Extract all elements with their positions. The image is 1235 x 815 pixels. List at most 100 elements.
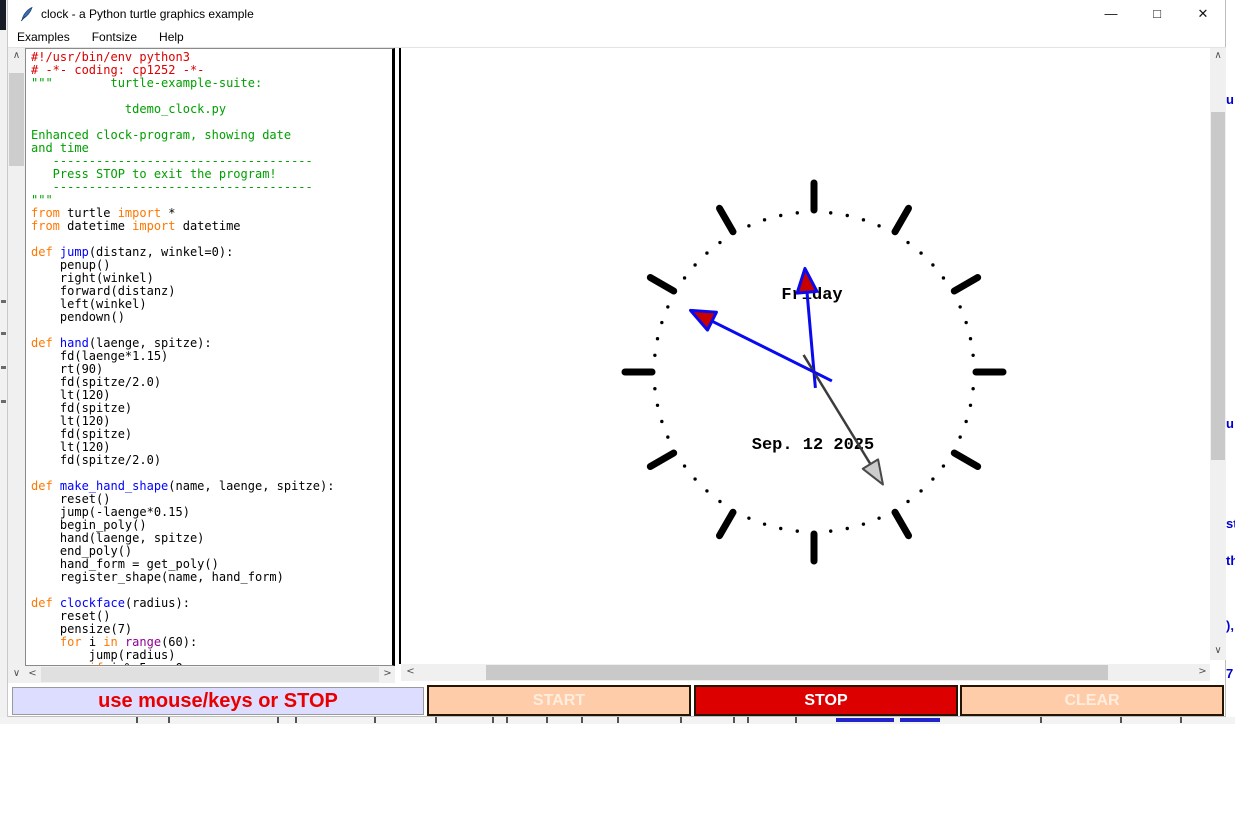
minute-dot (683, 276, 686, 279)
background-text-fragment (1040, 717, 1042, 723)
minute-dot (964, 321, 967, 324)
background-text-fragment (136, 717, 138, 723)
code-scroll-left-icon[interactable]: < (25, 666, 40, 683)
canvas-scroll-left-icon[interactable]: < (403, 664, 418, 681)
hour-hand-arrowhead (797, 268, 817, 293)
code-vscrollbar-thumb[interactable] (9, 73, 24, 166)
code-line: register_shape(name, hand_form) (31, 571, 392, 584)
stop-button[interactable]: STOP (694, 685, 958, 716)
minute-dot (969, 404, 972, 407)
background-text-fragment (747, 717, 749, 723)
minute-dot (656, 404, 659, 407)
background-text-fragment (492, 717, 494, 723)
canvas-scroll-up-icon[interactable]: ∧ (1210, 48, 1226, 65)
minute-dot (660, 321, 663, 324)
background-text-fragment (295, 717, 297, 723)
background-window-bottom-sliver (0, 717, 1235, 724)
minute-dot (796, 211, 799, 214)
hour-tick (954, 453, 977, 467)
second-hand-arrowhead (863, 459, 883, 484)
background-text-fragment (1120, 717, 1122, 723)
code-line: pendown() (31, 311, 392, 324)
canvas-scroll-down-icon[interactable]: ∨ (1210, 643, 1226, 660)
menu-item-help[interactable]: Help (155, 28, 188, 46)
minute-dot (653, 354, 656, 357)
hour-tick (650, 453, 673, 467)
close-button[interactable]: ✕ (1186, 0, 1220, 28)
code-hscrollbar-thumb[interactable] (41, 667, 379, 682)
canvas-vscrollbar-thumb[interactable] (1211, 112, 1225, 460)
code-pane[interactable]: #!/usr/bin/env python3# -*- coding: cp12… (25, 48, 395, 666)
minute-dot (763, 522, 766, 525)
minute-dot (942, 464, 945, 467)
minute-dot (683, 464, 686, 467)
minute-dot (862, 522, 865, 525)
code-scroll-down-icon[interactable]: ∨ (8, 666, 25, 683)
minute-dot (829, 211, 832, 214)
background-text-fragment (680, 717, 682, 723)
minimize-button[interactable]: — (1094, 0, 1128, 28)
background-text-fragment (374, 717, 376, 723)
code-line: fd(spitze/2.0) (31, 454, 392, 467)
canvas-scroll-right-icon[interactable]: > (1195, 664, 1210, 681)
background-text-fragment: st (1226, 516, 1235, 531)
background-window-right-sliver: uustth),7 (1226, 0, 1235, 717)
minute-dot (656, 337, 659, 340)
background-text-fragment (1, 332, 6, 335)
minute-dot (718, 241, 721, 244)
background-text-fragment (1, 300, 6, 303)
background-text-fragment (617, 717, 619, 723)
minute-dot (919, 251, 922, 254)
code-scroll-right-icon[interactable]: > (380, 666, 395, 683)
code-scroll-up-icon[interactable]: ∧ (8, 48, 25, 65)
clock-canvas: FridaySep. 12 2025 (401, 48, 1210, 664)
minute-dot (931, 477, 934, 480)
minute-dot (796, 529, 799, 532)
clear-button[interactable]: CLEAR (960, 685, 1224, 716)
background-window-left-sliver (0, 0, 8, 717)
menu-item-examples[interactable]: Examples (13, 28, 74, 46)
maximize-button[interactable]: □ (1140, 0, 1174, 28)
status-message: use mouse/keys or STOP (12, 687, 424, 715)
minute-dot (660, 420, 663, 423)
minute-dot (693, 263, 696, 266)
background-text-fragment (581, 717, 583, 723)
background-dark-corner (0, 0, 6, 30)
python-feather-icon (19, 6, 35, 22)
background-text-fragment: th (1226, 553, 1235, 568)
background-text-fragment (733, 717, 735, 723)
minute-dot (829, 529, 832, 532)
minute-dot (779, 527, 782, 530)
minute-dot (862, 218, 865, 221)
code-line: tdemo_clock.py (31, 103, 392, 116)
turtle-canvas[interactable]: FridaySep. 12 2025 (399, 48, 1210, 664)
minute-dot (971, 387, 974, 390)
minute-dot (705, 489, 708, 492)
hour-tick (895, 208, 909, 231)
code-content: #!/usr/bin/env python3# -*- coding: cp12… (26, 49, 392, 665)
minute-dot (958, 435, 961, 438)
minute-dot (906, 500, 909, 503)
code-line: from datetime import datetime (31, 220, 392, 233)
minute-dot (846, 527, 849, 530)
code-line: """ turtle-example-suite: (31, 77, 392, 90)
hour-tick (954, 278, 977, 292)
background-text-fragment: ), (1226, 618, 1234, 633)
minute-dot (747, 516, 750, 519)
minute-dot (693, 477, 696, 480)
minute-dot (779, 214, 782, 217)
background-text-fragment (546, 717, 548, 723)
menu-item-fontsize[interactable]: Fontsize (88, 28, 141, 46)
background-text-fragment (168, 717, 170, 723)
minute-dot (763, 218, 766, 221)
screen: uustth),7 clock - a Python turtle graphi… (0, 0, 1235, 815)
minute-dot (705, 251, 708, 254)
minute-dot (846, 214, 849, 217)
minute-dot (747, 224, 750, 227)
minute-dot (964, 420, 967, 423)
start-button[interactable]: START (427, 685, 691, 716)
canvas-hscrollbar-thumb[interactable] (486, 665, 1108, 680)
minute-dot (942, 276, 945, 279)
background-text-fragment (1180, 717, 1182, 723)
hour-tick (650, 278, 673, 292)
